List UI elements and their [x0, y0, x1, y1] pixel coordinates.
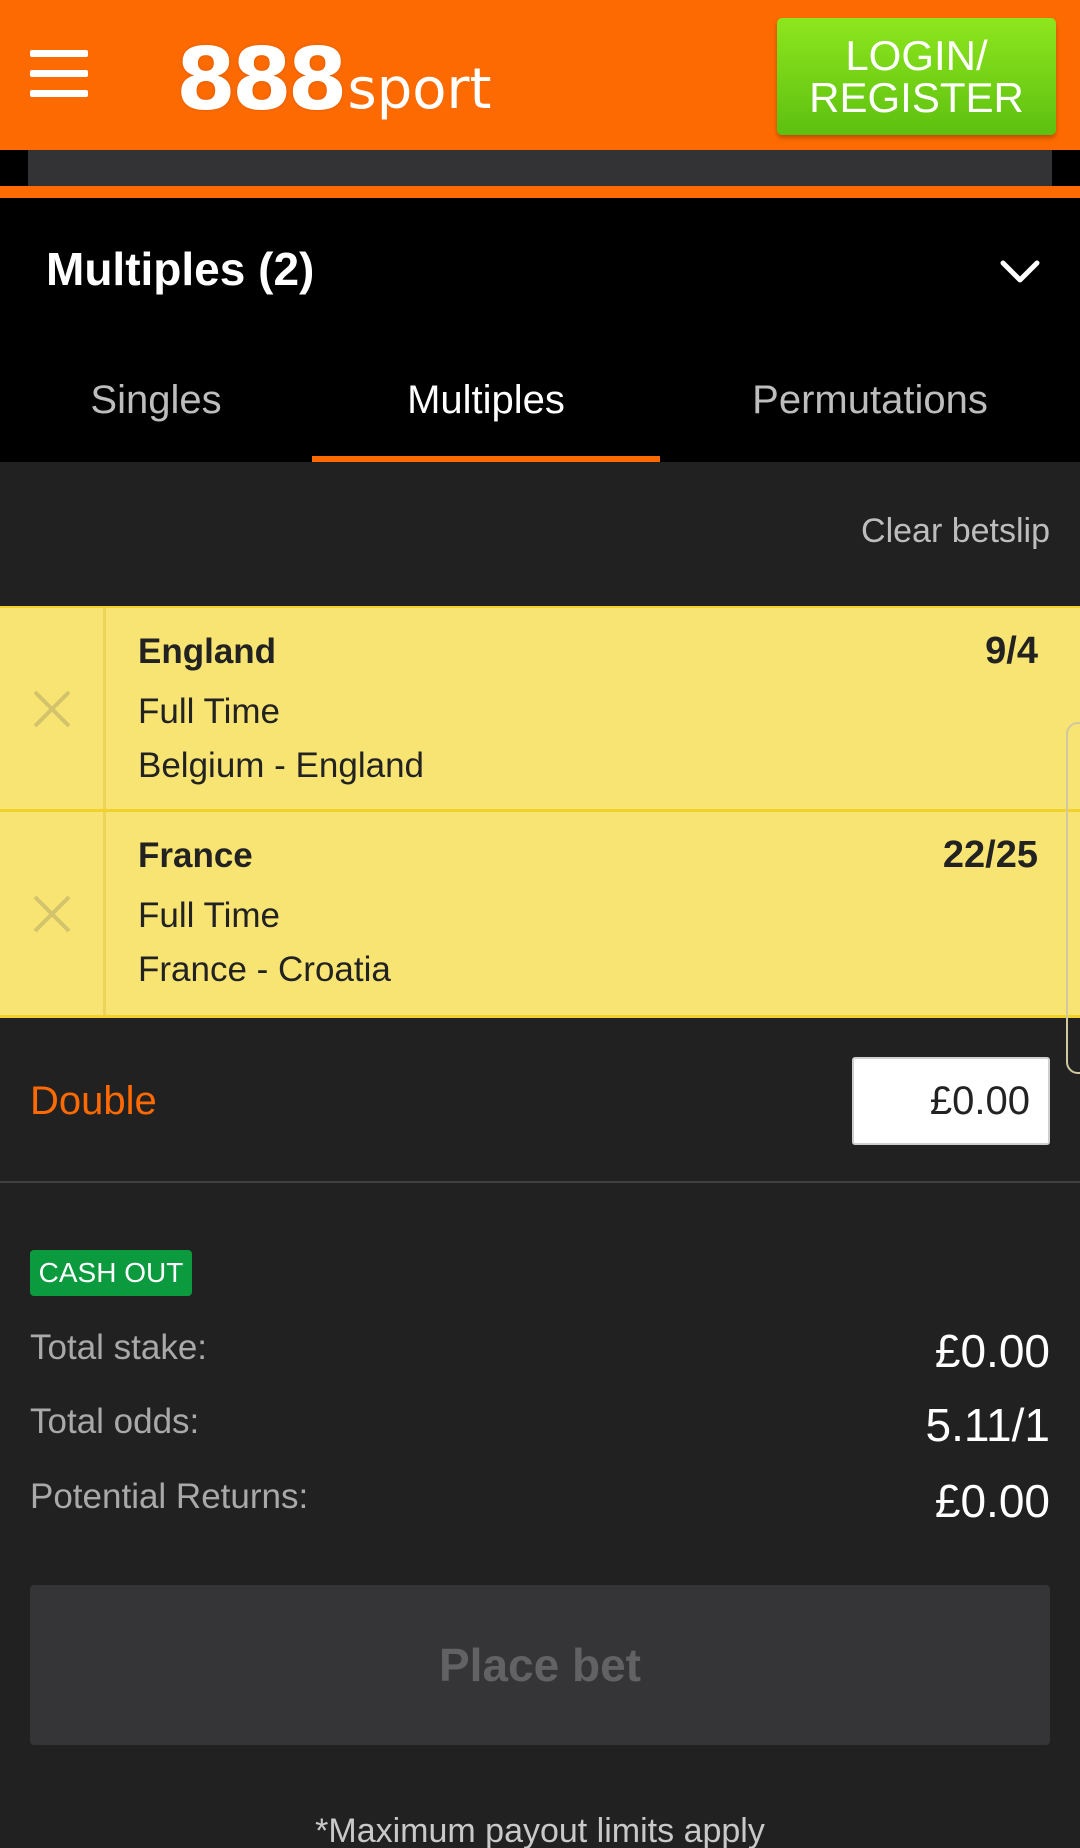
payout-limits-note: *Maximum payout limits apply: [315, 1812, 765, 1848]
clear-betslip-link[interactable]: Clear betslip: [861, 512, 1050, 551]
total-odds-value: 5.11/1: [925, 1399, 1050, 1451]
close-icon: [33, 690, 70, 727]
header-inner-strip: [28, 150, 1052, 186]
selection-name: England: [138, 632, 277, 671]
brand-logo[interactable]: 888 sport: [176, 28, 492, 130]
remove-selection-button[interactable]: [0, 608, 106, 809]
selection-market: Full Time: [138, 692, 280, 731]
app-header: 888 sport LOGIN/ REGISTER: [0, 0, 1080, 150]
double-bet-row: Double: [0, 1021, 1080, 1183]
login-register-button[interactable]: LOGIN/ REGISTER: [777, 18, 1056, 135]
total-stake-value: £0.00: [934, 1325, 1050, 1377]
betslip-title[interactable]: Multiples (2): [46, 242, 314, 296]
selection-market: Full Time: [138, 896, 280, 935]
betslip-accent-line: [0, 186, 1080, 198]
betslip-tabs: Singles Multiples Permutations: [0, 363, 1080, 462]
selection-odds: 9/4: [985, 630, 1038, 672]
selection-event: France - Croatia: [138, 950, 391, 989]
tab-permutations[interactable]: Permutations: [660, 363, 1080, 462]
total-odds-label: Total odds:: [30, 1402, 200, 1441]
potential-returns-value: £0.00: [934, 1475, 1050, 1527]
login-register-label: LOGIN/ REGISTER: [809, 31, 1024, 121]
cash-out-badge: CASH OUT: [30, 1250, 192, 1296]
selection-odds: 22/25: [942, 834, 1038, 876]
selection-name: France: [138, 836, 253, 875]
stake-input[interactable]: [852, 1057, 1050, 1145]
total-stake-label: Total stake:: [30, 1328, 208, 1367]
chevron-down-icon[interactable]: [1000, 260, 1040, 284]
header-shadow-strip: [0, 150, 1080, 186]
selection-event: Belgium - England: [138, 746, 424, 785]
hamburger-menu-icon[interactable]: [30, 50, 88, 98]
logo-number: 888: [176, 30, 348, 130]
remove-selection-button[interactable]: [0, 812, 106, 1015]
betslip-header: Multiples (2) Singles Multiples Permutat…: [0, 198, 1080, 462]
place-bet-button[interactable]: Place bet: [30, 1585, 1050, 1745]
logo-word: sport: [347, 57, 492, 122]
potential-returns-label: Potential Returns:: [30, 1477, 309, 1516]
selection-item: France 22/25 Full Time France - Croatia: [0, 812, 1080, 1018]
selection-item: England 9/4 Full Time Belgium - England: [0, 606, 1080, 812]
clear-betslip-row: Clear betslip: [0, 462, 1080, 606]
tab-singles[interactable]: Singles: [0, 363, 312, 462]
bet-type-label: Double: [30, 1079, 157, 1123]
close-icon: [33, 895, 70, 932]
tab-multiples[interactable]: Multiples: [312, 363, 660, 462]
